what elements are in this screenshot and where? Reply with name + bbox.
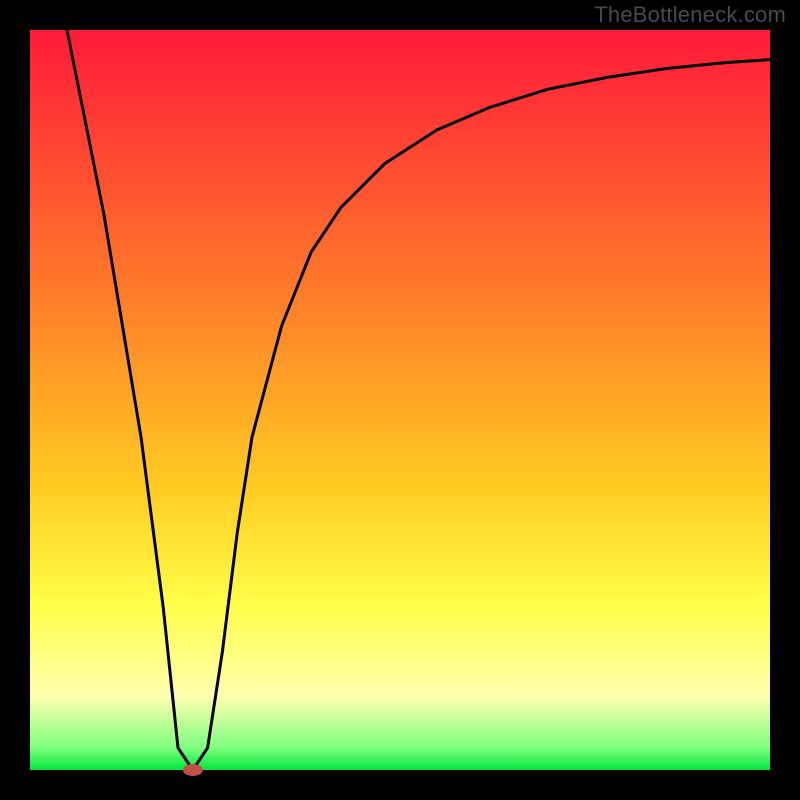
optimum-marker	[183, 764, 203, 776]
chart-frame: TheBottleneck.com	[0, 0, 800, 800]
watermark-text: TheBottleneck.com	[594, 2, 786, 28]
plot-background	[30, 30, 770, 770]
bottleneck-chart	[0, 0, 800, 800]
